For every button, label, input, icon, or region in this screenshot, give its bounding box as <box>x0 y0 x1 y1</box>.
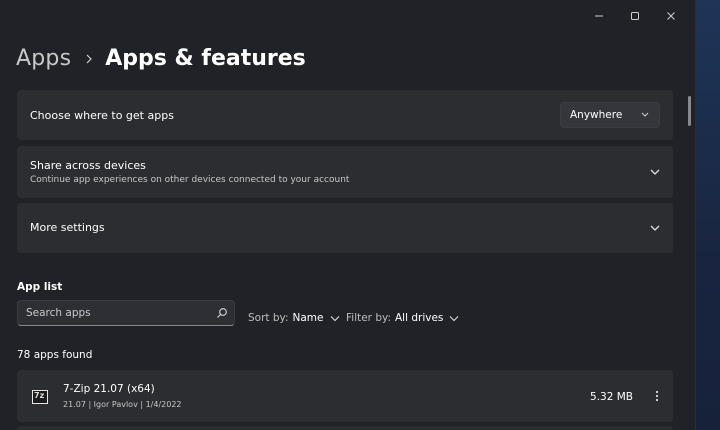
sort-value: Name <box>292 312 324 324</box>
app-source-dropdown[interactable]: Anywhere <box>560 102 660 128</box>
choose-where-label: Choose where to get apps <box>30 109 174 122</box>
7zip-icon: 7z <box>32 390 48 404</box>
more-settings-card[interactable]: More settings <box>17 203 673 253</box>
choose-where-card: Choose where to get apps Anywhere <box>17 90 673 140</box>
search-placeholder: Search apps <box>26 307 91 319</box>
filter-label: Filter by: <box>346 312 391 324</box>
app-list-item[interactable]: 7z 7-Zip 21.07 (x64) 21.07 | Igor Pavlov… <box>17 370 673 422</box>
sort-by-control[interactable]: Sort by: Name <box>248 312 340 324</box>
sort-label: Sort by: <box>248 312 289 324</box>
app-name: 7-Zip 21.07 (x64) <box>63 383 155 395</box>
share-across-label: Share across devices <box>30 159 146 172</box>
desktop-background <box>696 0 720 430</box>
chevron-down-icon <box>641 112 649 117</box>
share-across-card[interactable]: Share across devices Continue app experi… <box>17 146 673 198</box>
chevron-down-icon <box>450 315 459 321</box>
minimize-button[interactable] <box>581 6 617 26</box>
apps-found-count: 78 apps found <box>17 349 93 361</box>
settings-window: Apps Apps & features Choose where to get… <box>0 0 696 430</box>
chevron-right-icon <box>85 54 93 64</box>
app-size: 5.32 MB <box>590 391 633 403</box>
chevron-down-icon[interactable] <box>649 222 661 234</box>
breadcrumb: Apps Apps & features <box>16 46 306 71</box>
chevron-down-icon <box>330 315 339 321</box>
minimize-icon <box>595 15 603 17</box>
more-settings-label: More settings <box>30 221 105 234</box>
close-button[interactable] <box>653 6 689 26</box>
search-icon[interactable] <box>216 307 228 319</box>
breadcrumb-apps-link[interactable]: Apps <box>16 46 71 71</box>
close-icon <box>667 12 675 20</box>
app-list-item-next[interactable] <box>17 426 673 430</box>
maximize-icon <box>631 12 639 20</box>
search-apps-input[interactable]: Search apps <box>17 300 235 326</box>
app-source-value: Anywhere <box>570 109 623 121</box>
page-title: Apps & features <box>105 46 306 71</box>
share-across-description: Continue app experiences on other device… <box>30 175 350 185</box>
window-controls <box>581 6 689 26</box>
chevron-down-icon[interactable] <box>649 166 661 178</box>
filter-value: All drives <box>395 312 444 324</box>
app-meta: 21.07 | Igor Pavlov | 1/4/2022 <box>63 400 182 409</box>
filter-by-control[interactable]: Filter by: All drives <box>346 312 459 324</box>
maximize-button[interactable] <box>617 6 653 26</box>
app-list-heading: App list <box>17 281 63 293</box>
scrollbar-thumb[interactable] <box>688 96 691 126</box>
more-options-icon[interactable] <box>655 389 659 403</box>
